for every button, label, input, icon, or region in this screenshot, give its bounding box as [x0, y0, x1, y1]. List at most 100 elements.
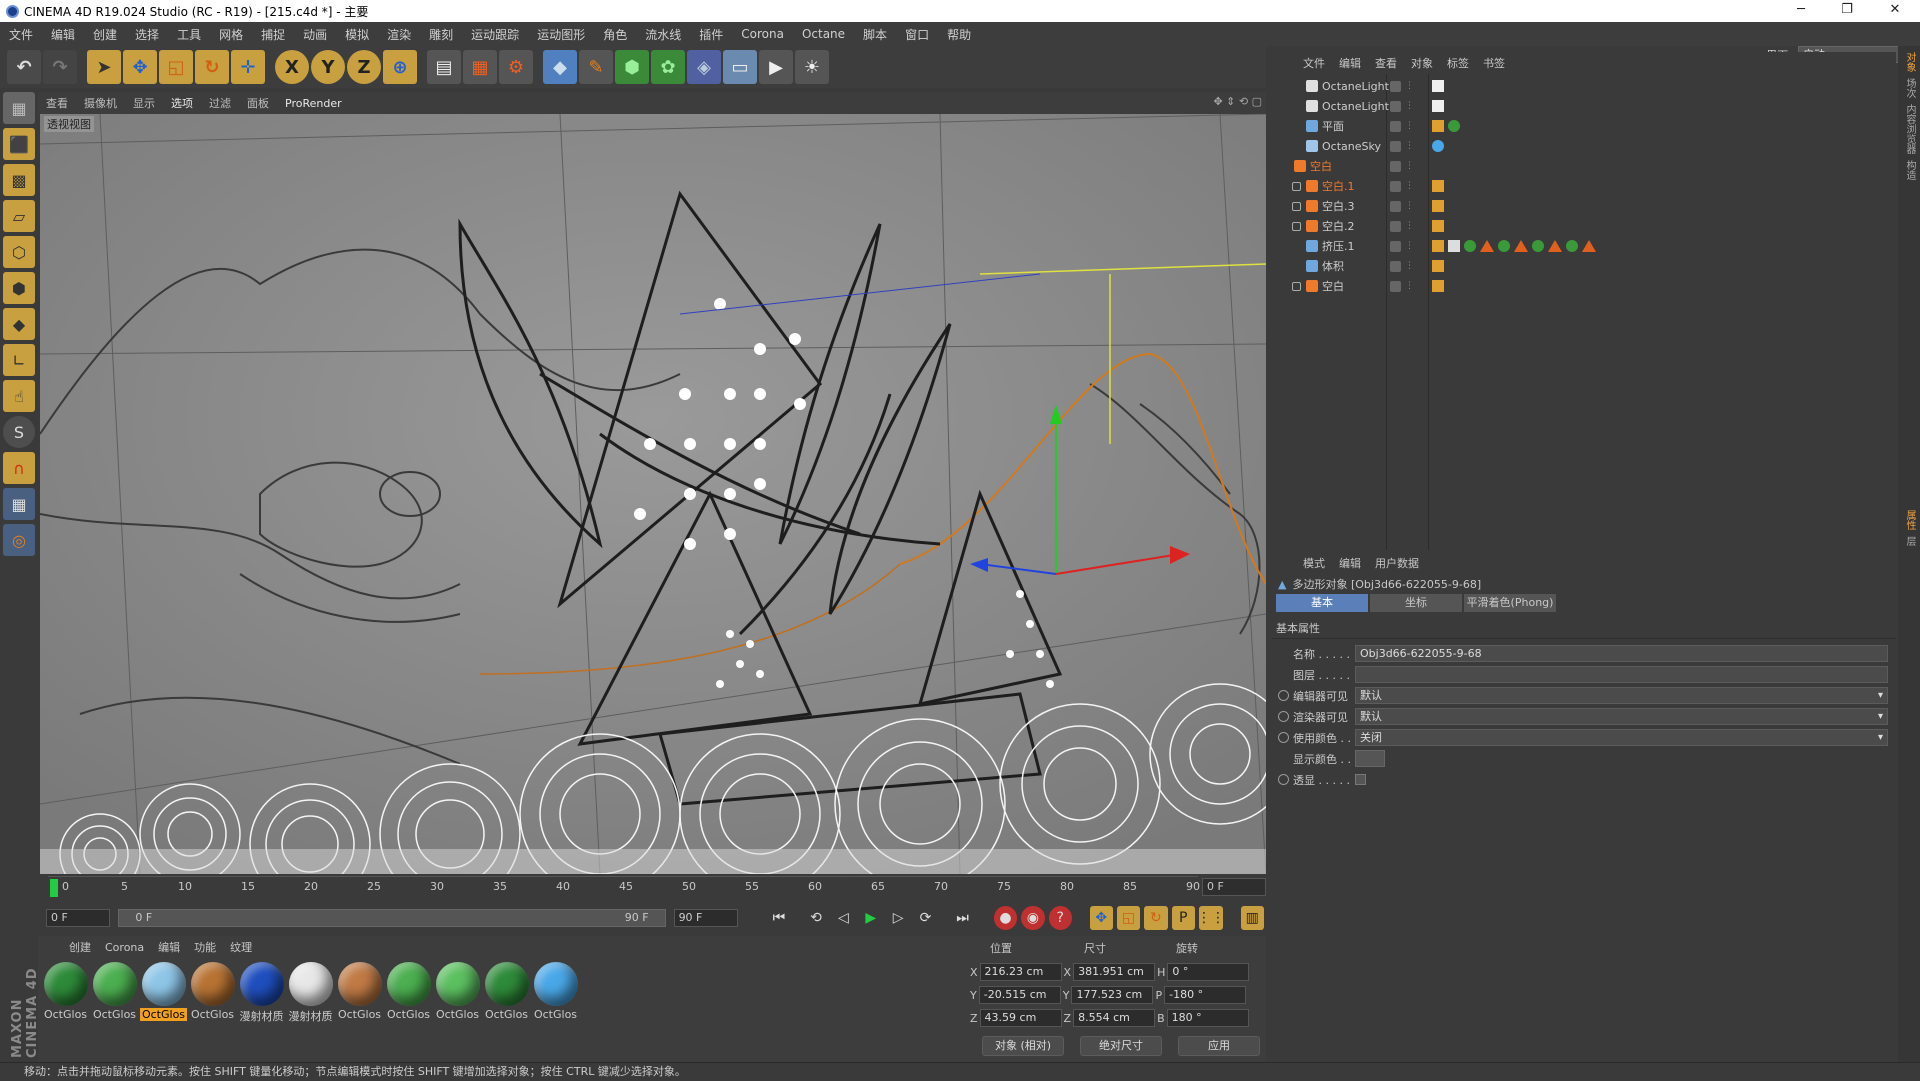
menu-file[interactable]: 文件 [0, 26, 42, 43]
y-axis-icon[interactable]: Y [311, 50, 345, 84]
viewport-menu-display[interactable]: 显示 [125, 95, 163, 111]
play-icon[interactable]: ▶ [859, 906, 882, 930]
pos-z-field[interactable]: 43.59 cm [979, 1009, 1062, 1027]
tab-takes[interactable]: 场次 [1902, 78, 1917, 98]
prev-key-icon[interactable]: ⟲ [804, 906, 827, 930]
attribute-field[interactable]: Obj3d66-622055-9-68 [1355, 645, 1888, 662]
key-parameter-icon[interactable]: P [1171, 906, 1195, 930]
subdivision-icon[interactable]: ⬢ [615, 50, 649, 84]
display-color-swatch[interactable] [1355, 750, 1385, 767]
material-menu-corona[interactable]: Corona [98, 941, 151, 954]
object-row[interactable]: OctaneLight.1 ⋮ [1272, 76, 1896, 96]
deformer-icon[interactable]: ◈ [687, 50, 721, 84]
menu-window[interactable]: 窗口 [896, 26, 938, 43]
go-to-end-icon[interactable]: ⏭ [951, 906, 974, 930]
triangle-tag-icon[interactable] [1480, 240, 1494, 252]
menu-character[interactable]: 角色 [594, 26, 636, 43]
display-tag-icon[interactable] [1432, 120, 1444, 132]
menu-render[interactable]: 渲染 [378, 26, 420, 43]
attribute-dropdown[interactable]: 关闭 [1355, 729, 1888, 746]
material-swatch[interactable]: OctGlos [434, 962, 481, 1024]
checker-tag-icon[interactable] [1448, 240, 1460, 252]
triangle-tag-icon[interactable] [1582, 240, 1596, 252]
phong-tag-icon[interactable] [1432, 260, 1444, 272]
size-z-field[interactable]: 8.554 cm [1073, 1009, 1156, 1027]
material-tag-icon[interactable] [1464, 240, 1476, 252]
solo-icon[interactable]: S [3, 416, 35, 448]
last-tool-icon[interactable]: ✛ [231, 50, 265, 84]
viewport-menu-prorender[interactable]: ProRender [277, 97, 350, 110]
menu-mograph[interactable]: 运动图形 [528, 26, 594, 43]
object-row[interactable]: 空白 ⋮ [1272, 276, 1896, 296]
snap-icon[interactable]: ∩ [3, 452, 35, 484]
keyframe-selection-icon[interactable]: ? [1048, 906, 1072, 930]
material-swatch[interactable]: OctGlos [42, 962, 89, 1024]
object-menu-edit[interactable]: 编辑 [1332, 55, 1368, 71]
object-row[interactable]: 平面 ⋮ [1272, 116, 1896, 136]
key-pla-icon[interactable]: ⋮⋮ [1197, 906, 1225, 930]
null-tag-icon[interactable] [1432, 280, 1444, 292]
visibility-toggles[interactable]: ⋮ [1390, 120, 1414, 132]
visibility-toggles[interactable]: ⋮ [1390, 180, 1414, 192]
next-frame-icon[interactable]: ▷ [886, 906, 909, 930]
camera-icon[interactable]: ▶ [759, 50, 793, 84]
rotate-icon[interactable]: ↻ [195, 50, 229, 84]
pos-y-field[interactable]: -20.515 cm [978, 986, 1061, 1004]
current-frame-field[interactable]: 0 F [1202, 878, 1266, 896]
apply-button[interactable]: 应用 [1178, 1036, 1260, 1056]
coord-mode-dropdown[interactable]: 对象 (相对) [982, 1036, 1064, 1056]
expand-icon[interactable] [1292, 201, 1301, 211]
tab-phong[interactable]: 平滑着色(Phong) [1464, 594, 1556, 612]
menu-snap[interactable]: 捕捉 [252, 26, 294, 43]
menu-sculpt[interactable]: 雕刻 [420, 26, 462, 43]
attribute-dropdown[interactable]: 默认 [1355, 687, 1888, 704]
array-icon[interactable]: ✿ [651, 50, 685, 84]
size-x-field[interactable]: 381.951 cm [1073, 963, 1156, 981]
menu-mesh[interactable]: 网格 [210, 26, 252, 43]
material-swatch[interactable]: OctGlos [385, 962, 432, 1024]
go-to-start-icon[interactable]: ⏮ [767, 906, 790, 930]
xray-checkbox[interactable] [1355, 774, 1366, 785]
texture-mode-icon[interactable]: ▩ [3, 164, 35, 196]
menu-animate[interactable]: 动画 [294, 26, 336, 43]
axis-mode-icon[interactable]: ∟ [3, 344, 35, 376]
close-button[interactable]: ✕ [1872, 0, 1918, 22]
material-menu-edit[interactable]: 编辑 [151, 939, 187, 955]
visibility-toggles[interactable]: ⋮ [1390, 100, 1414, 112]
material-swatch[interactable]: OctGlos [140, 962, 187, 1024]
visibility-toggles[interactable]: ⋮ [1390, 200, 1414, 212]
material-swatch[interactable]: OctGlos [483, 962, 530, 1024]
planar-workplane-icon[interactable]: ◎ [3, 524, 35, 556]
object-row[interactable]: OctaneSky ⋮ [1272, 136, 1896, 156]
visibility-toggles[interactable]: ⋮ [1390, 140, 1414, 152]
end-frame-field[interactable]: 90 F [673, 909, 738, 927]
object-row[interactable]: 空白 ⋮ [1272, 156, 1896, 176]
viewport-menu-panel[interactable]: 面板 [239, 95, 277, 111]
material-menu-texture[interactable]: 纹理 [223, 939, 259, 955]
tweak-mode-icon[interactable]: ☝ [3, 380, 35, 412]
material-tag-icon[interactable] [1448, 120, 1460, 132]
key-scale-icon[interactable]: ◱ [1116, 906, 1141, 930]
z-axis-icon[interactable]: Z [347, 50, 381, 84]
tab-layers[interactable]: 层 [1902, 536, 1917, 546]
null-tag-icon[interactable] [1432, 180, 1444, 192]
rot-h-field[interactable]: 0 ° [1167, 963, 1250, 981]
world-coord-icon[interactable]: ⊕ [383, 50, 417, 84]
null-tag-icon[interactable] [1432, 220, 1444, 232]
material-swatch[interactable]: 漫射材质 [238, 962, 285, 1024]
material-swatch[interactable]: 漫射材质 [287, 962, 334, 1024]
menu-corona[interactable]: Corona [732, 27, 793, 41]
pen-spline-icon[interactable]: ✎ [579, 50, 613, 84]
attr-menu-mode[interactable]: 模式 [1296, 555, 1332, 571]
sky-tag-icon[interactable] [1432, 140, 1444, 152]
move-icon[interactable]: ✥ [123, 50, 157, 84]
material-swatch[interactable]: OctGlos [336, 962, 383, 1024]
object-row[interactable]: 挤压.1 ⋮ [1272, 236, 1896, 256]
animate-radio-icon[interactable] [1278, 711, 1289, 722]
viewport-menu-view[interactable]: 查看 [38, 95, 76, 111]
object-row[interactable]: 空白.2 ⋮ [1272, 216, 1896, 236]
render-picture-viewer-icon[interactable]: ▦ [463, 50, 497, 84]
tab-content-browser[interactable]: 内容浏览器 [1902, 104, 1917, 154]
timeline-ruler[interactable]: 0 5 10 15 20 25 30 35 40 45 50 55 60 65 … [48, 876, 1200, 898]
object-menu-bookmarks[interactable]: 书签 [1476, 55, 1512, 71]
